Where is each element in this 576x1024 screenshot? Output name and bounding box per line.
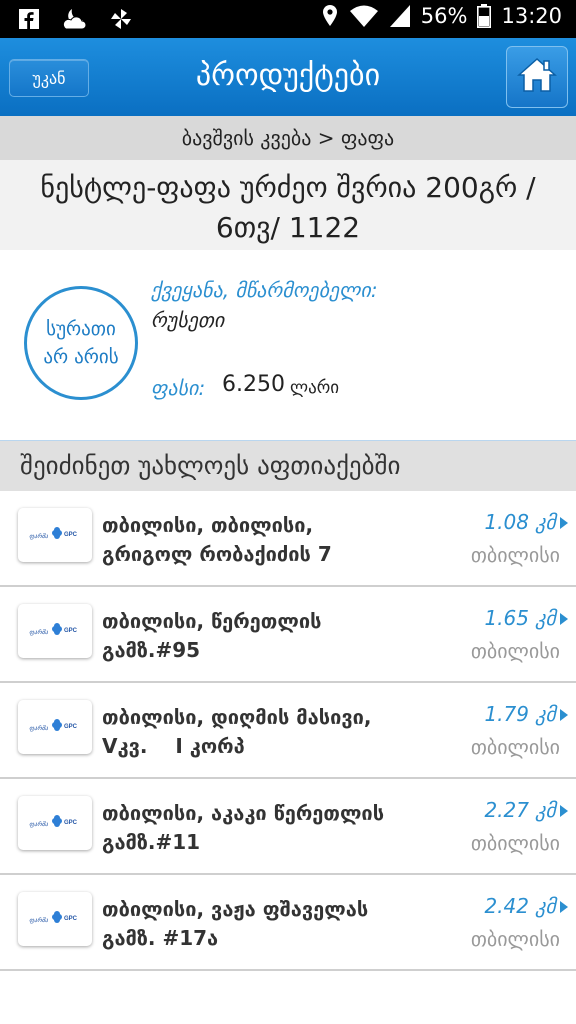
station-city: თბილისი bbox=[470, 927, 560, 951]
address-line-1: თბილისი, ვაჟა ფშაველას bbox=[102, 897, 369, 921]
svg-text:GPC: GPC bbox=[64, 532, 78, 538]
address-line-1: თბილისი, წერეთლის bbox=[102, 609, 322, 633]
clock: 13:20 bbox=[501, 4, 562, 28]
station-distance: 2.27 კმ bbox=[484, 798, 556, 822]
product-title-line-2: 6თვ/ 1122 bbox=[215, 211, 361, 244]
chevron-right-icon bbox=[560, 709, 568, 721]
battery-text: 56% bbox=[420, 4, 468, 28]
location-icon bbox=[321, 4, 339, 28]
list-item[interactable]: ფარმა GPC თბილისი, თბილისი, გრიგოლ რობაქი… bbox=[0, 491, 576, 587]
back-button[interactable]: უკან bbox=[9, 59, 89, 97]
pharmacy-logo: ფარმა GPC bbox=[18, 508, 92, 562]
station-distance: 1.79 კმ bbox=[484, 702, 556, 726]
price-label: ფასი: bbox=[151, 376, 206, 400]
station-address: თბილისი, დიღმის მასივი, Vკვ. I კორპ bbox=[102, 703, 442, 761]
chevron-right-icon bbox=[560, 517, 568, 529]
maker-value: რუსეთი bbox=[151, 308, 225, 332]
address-line-2: გამზ.#95 bbox=[102, 638, 201, 662]
page-title: პროდუქტები bbox=[195, 58, 381, 93]
pinwheel-icon bbox=[108, 6, 134, 32]
price-currency: ლარი bbox=[290, 378, 340, 398]
address-line-2: გრიგოლ რობაქიძის 7 bbox=[102, 542, 332, 566]
station-address: თბილისი, წერეთლის გამზ.#95 bbox=[102, 607, 442, 665]
svg-text:GPC: GPC bbox=[64, 628, 78, 634]
svg-text:ფარმა: ფარმა bbox=[29, 724, 49, 732]
station-city: თბილისი bbox=[470, 639, 560, 663]
station-city: თბილისი bbox=[470, 735, 560, 759]
list-item[interactable]: ფარმა GPC თბილისი, ვაჟა ფშაველას გამზ. #1… bbox=[0, 875, 576, 971]
station-list: ფარმა GPC თბილისი, თბილისი, გრიგოლ რობაქი… bbox=[0, 491, 576, 971]
product-title: ნესტლე-ფაფა ურძეო შვრია 200გრ / 6თვ/ 112… bbox=[0, 160, 576, 250]
svg-text:ფარმა: ფარმა bbox=[29, 820, 49, 828]
station-address: თბილისი, ვაჟა ფშაველას გამზ. #17ა bbox=[102, 895, 442, 953]
price-value: 6.250 bbox=[222, 372, 285, 397]
breadcrumb: ბავშვის კვება > ფაფა bbox=[0, 116, 576, 160]
list-item[interactable]: ფარმა GPC თბილისი, წერეთლის გამზ.#95 1.65… bbox=[0, 587, 576, 683]
app-bar: უკან პროდუქტები bbox=[0, 38, 576, 116]
chevron-right-icon bbox=[560, 805, 568, 817]
chevron-right-icon bbox=[560, 901, 568, 913]
station-distance: 2.42 კმ bbox=[484, 894, 556, 918]
product-info: სურათი არ არის ქვეყანა, მწარმოებელი: რუს… bbox=[0, 250, 576, 441]
product-title-line-1: ნესტლე-ფაფა ურძეო შვრია 200გრ / bbox=[40, 171, 536, 204]
maker-label: ქვეყანა, მწარმოებელი: bbox=[151, 278, 378, 302]
address-line-2: გამზ.#11 bbox=[102, 830, 201, 854]
address-line-2: Vკვ. I კორპ bbox=[102, 734, 245, 758]
status-bar: 56% 13:20 bbox=[0, 0, 576, 38]
station-city: თბილისი bbox=[470, 543, 560, 567]
station-address: თბილისი, აკაკი წერეთლის გამზ.#11 bbox=[102, 799, 442, 857]
svg-text:ფარმა: ფარმა bbox=[29, 916, 49, 924]
battery-icon bbox=[477, 4, 492, 28]
list-item[interactable]: ფარმა GPC თბილისი, დიღმის მასივი, Vკვ. I … bbox=[0, 683, 576, 779]
pharmacy-logo: ფარმა GPC bbox=[18, 892, 92, 946]
chevron-right-icon bbox=[560, 613, 568, 625]
pharmacy-logo: ფარმა GPC bbox=[18, 604, 92, 658]
station-distance: 1.65 კმ bbox=[484, 606, 556, 630]
wifi-icon bbox=[349, 4, 379, 28]
station-city: თბილისი bbox=[470, 831, 560, 855]
home-icon bbox=[517, 56, 557, 98]
back-button-label: უკან bbox=[32, 68, 66, 88]
cloud-moon-icon bbox=[62, 6, 88, 32]
pharmacy-logo: ფარმა GPC bbox=[18, 700, 92, 754]
list-item[interactable]: ფარმა GPC თბილისი, აკაკი წერეთლის გამზ.#1… bbox=[0, 779, 576, 875]
pharmacy-logo: ფარმა GPC bbox=[18, 796, 92, 850]
station-address: თბილისი, თბილისი, გრიგოლ რობაქიძის 7 bbox=[102, 511, 442, 569]
svg-text:ფარმა: ფარმა bbox=[29, 532, 49, 540]
stations-header: შეიძინეთ უახლოეს აფთიაქებში bbox=[0, 441, 576, 491]
svg-text:GPC: GPC bbox=[64, 820, 78, 826]
svg-text:GPC: GPC bbox=[64, 724, 78, 730]
signal-icon bbox=[389, 4, 411, 28]
facebook-icon bbox=[16, 6, 42, 32]
station-distance: 1.08 კმ bbox=[484, 510, 556, 534]
address-line-1: თბილისი, აკაკი წერეთლის bbox=[102, 801, 385, 825]
home-button[interactable] bbox=[506, 46, 568, 108]
no-image-text-2: არ არის bbox=[43, 346, 119, 368]
no-image-text-1: სურათი bbox=[46, 318, 116, 340]
address-line-1: თბილისი, თბილისი, bbox=[102, 513, 314, 537]
svg-text:ფარმა: ფარმა bbox=[29, 628, 49, 636]
no-image-placeholder: სურათი არ არის bbox=[24, 286, 138, 400]
address-line-2: გამზ. #17ა bbox=[102, 926, 219, 950]
address-line-1: თბილისი, დიღმის მასივი, bbox=[102, 705, 372, 729]
svg-text:GPC: GPC bbox=[64, 916, 78, 922]
